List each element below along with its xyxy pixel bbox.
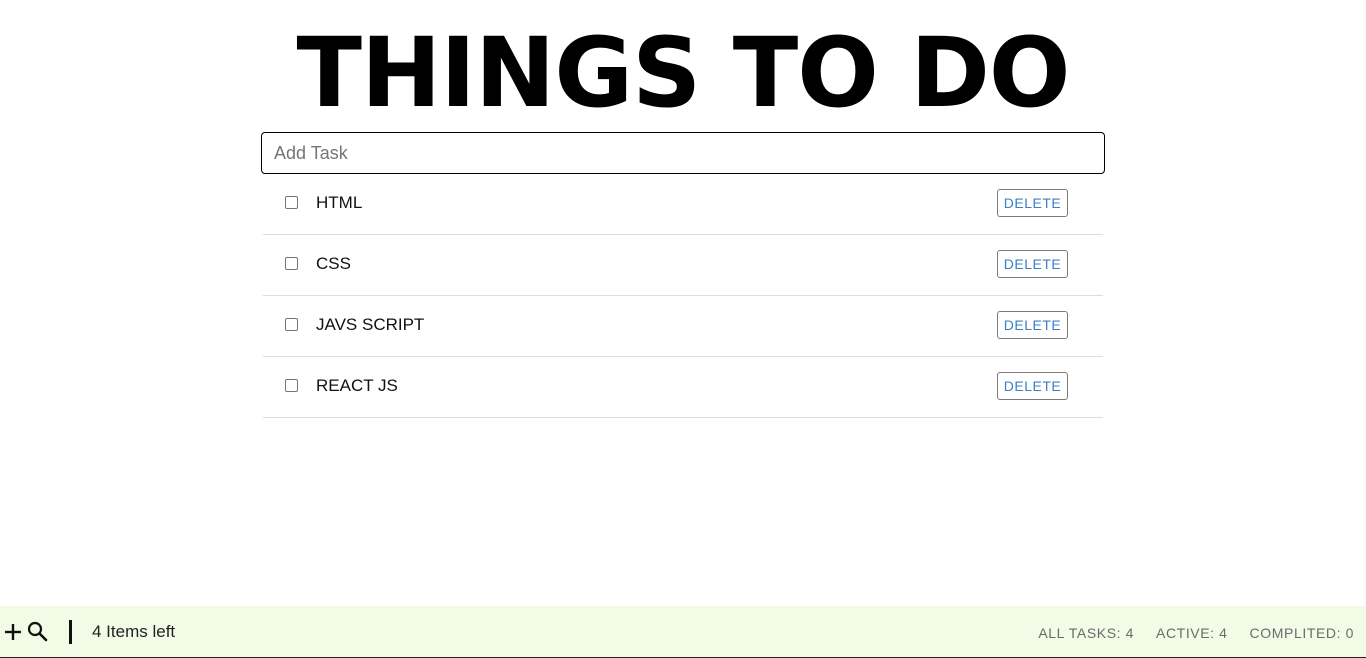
task-checkbox[interactable] [285, 257, 298, 270]
delete-button[interactable]: DELETE [997, 250, 1068, 278]
task-item: CSS DELETE [263, 235, 1103, 296]
page-title: THINGS TO DO [296, 17, 1070, 129]
plus-icon[interactable] [2, 620, 24, 642]
todo-app: THINGS TO DO HTML DELETE CSS DELETE JAVS… [0, 0, 1366, 658]
task-checkbox[interactable] [285, 379, 298, 392]
task-label: CSS [316, 254, 351, 273]
footer-bar: 4 Items left ALL TASKS: 4 ACTIVE: 4 COMP… [0, 606, 1366, 658]
filter-completed[interactable]: COMPLITED: 0 [1250, 624, 1354, 642]
search-icon[interactable] [26, 620, 48, 642]
footer-divider [69, 620, 72, 644]
task-label: HTML [316, 193, 363, 212]
task-list: HTML DELETE CSS DELETE JAVS SCRIPT DELET… [263, 174, 1103, 418]
delete-button[interactable]: DELETE [997, 311, 1068, 339]
add-task-input[interactable] [261, 132, 1105, 174]
items-left-count: 4 Items left [92, 622, 176, 641]
task-label: REACT JS [316, 376, 398, 395]
task-item: REACT JS DELETE [263, 357, 1103, 418]
filter-all-tasks[interactable]: ALL TASKS: 4 [1038, 624, 1134, 642]
filter-active[interactable]: ACTIVE: 4 [1156, 624, 1228, 642]
delete-button[interactable]: DELETE [997, 372, 1068, 400]
task-item: HTML DELETE [263, 174, 1103, 235]
task-checkbox[interactable] [285, 318, 298, 331]
task-item: JAVS SCRIPT DELETE [263, 296, 1103, 357]
delete-button[interactable]: DELETE [997, 189, 1068, 217]
task-label: JAVS SCRIPT [316, 315, 425, 334]
filter-group: ALL TASKS: 4 ACTIVE: 4 COMPLITED: 0 [1038, 624, 1354, 642]
task-checkbox[interactable] [285, 196, 298, 209]
